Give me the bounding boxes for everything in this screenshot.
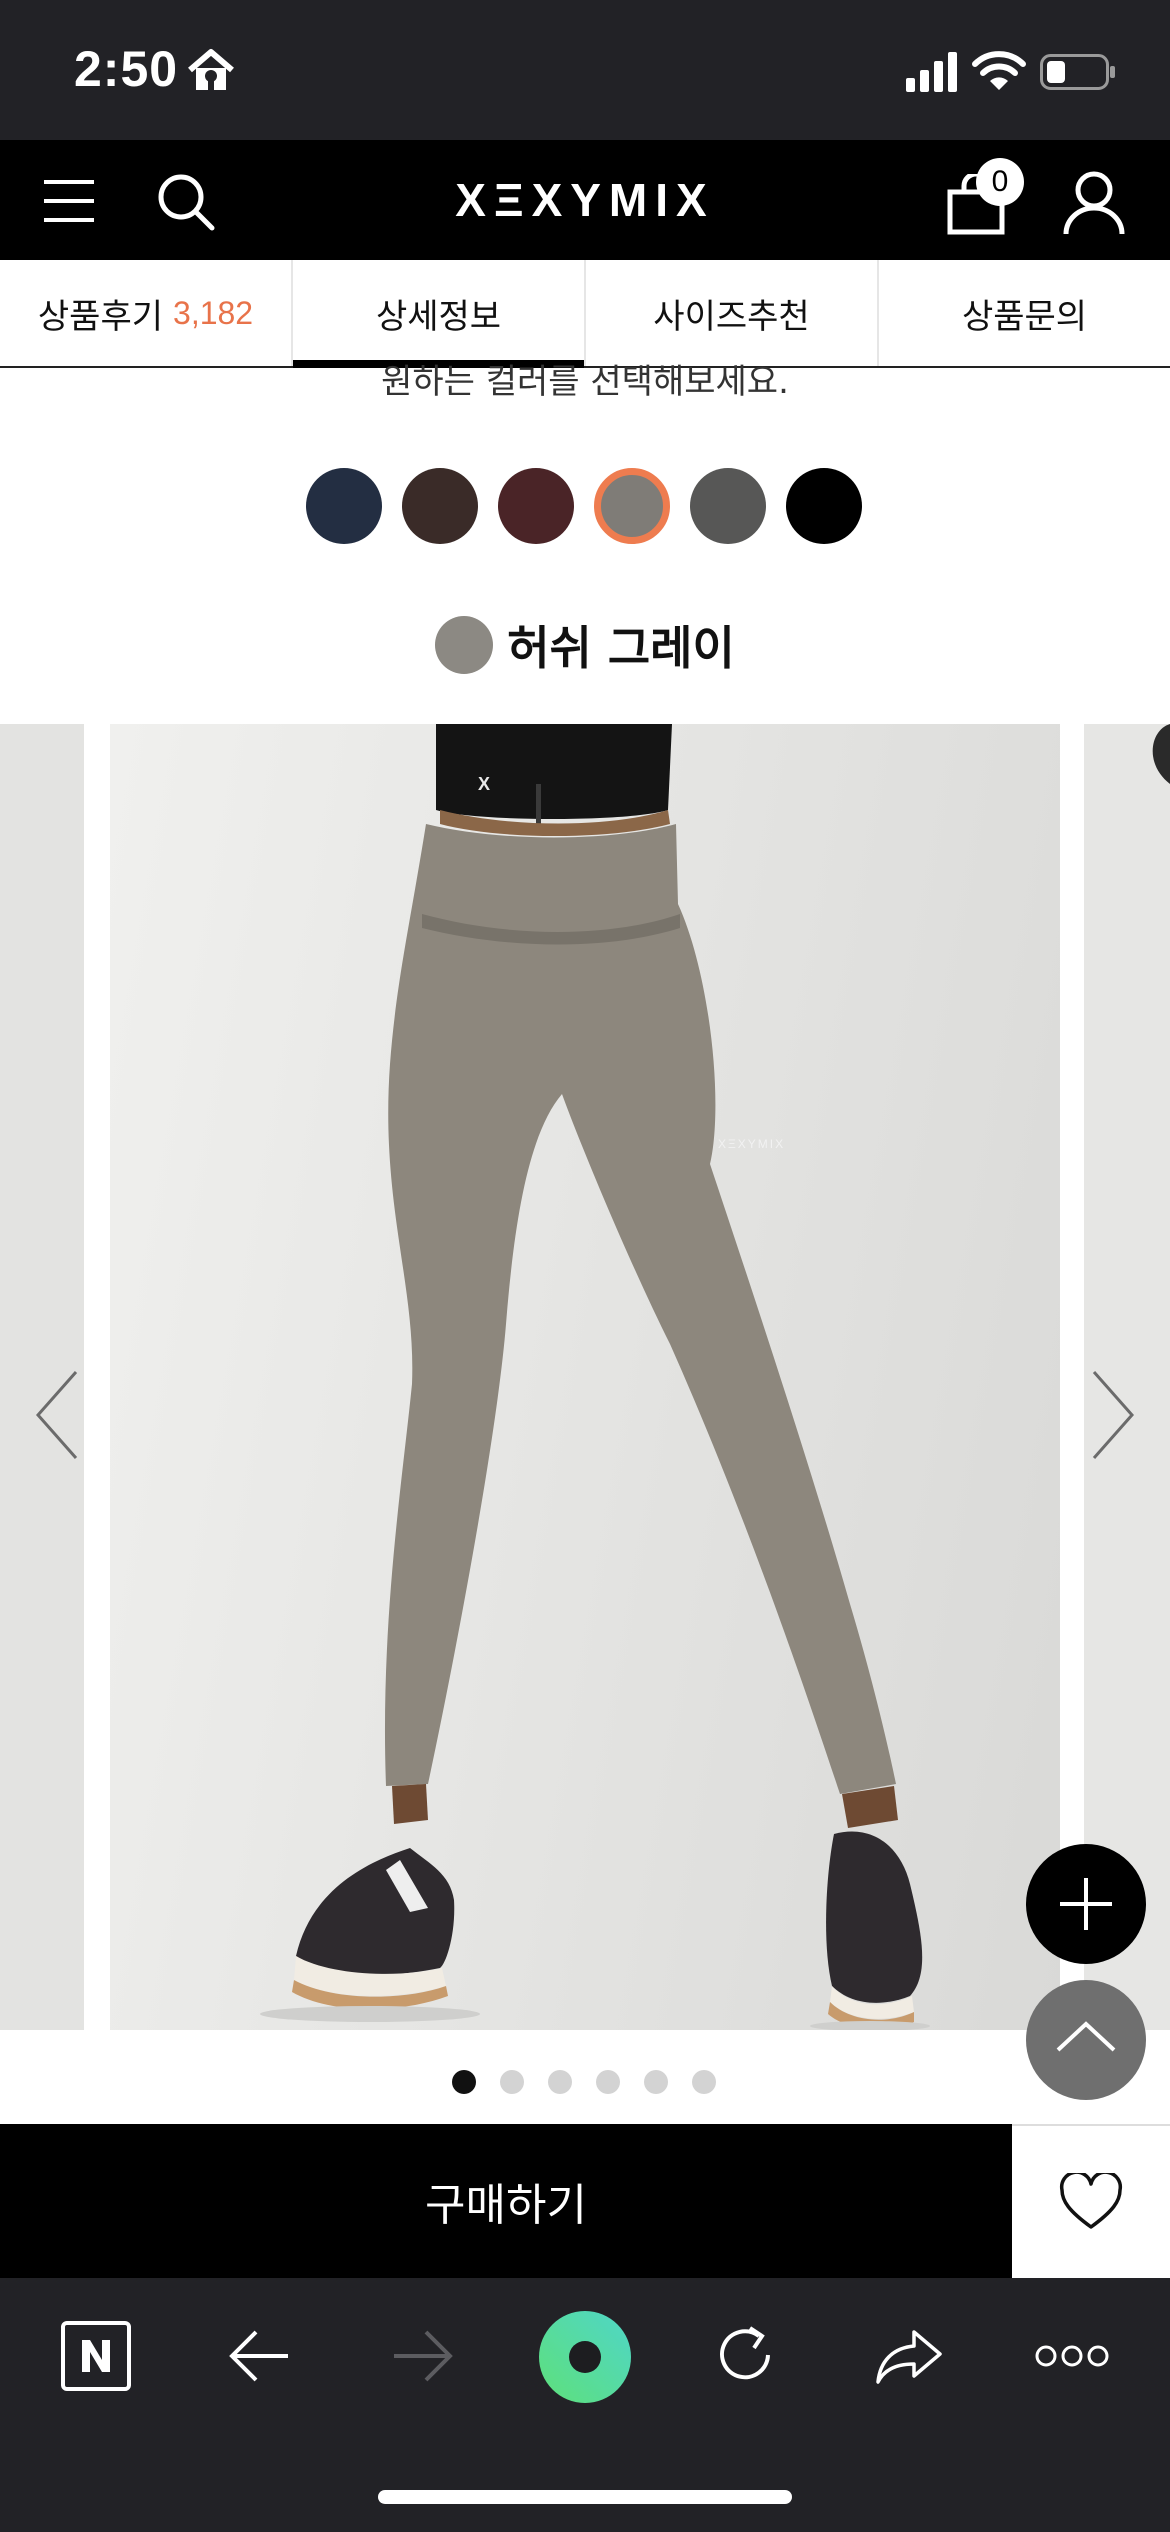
slide-indicator-1[interactable] <box>452 2070 476 2094</box>
slide-indicator-2[interactable] <box>500 2070 524 2094</box>
tab-qna[interactable]: 상품문의 <box>879 260 1170 366</box>
color-swatch-navy[interactable] <box>306 468 382 544</box>
forward-arrow-icon[interactable] <box>390 2326 456 2386</box>
slide-indicator-6[interactable] <box>692 2070 716 2094</box>
user-icon[interactable] <box>1062 170 1126 236</box>
selected-color-name: 허쉬 그레이 <box>507 621 735 675</box>
scroll-to-top-button[interactable] <box>1026 1980 1146 2100</box>
cart-count-badge: 0 <box>976 158 1024 206</box>
crop-top-shape <box>436 724 672 819</box>
more-options-icon[interactable] <box>1034 2342 1110 2370</box>
search-icon[interactable] <box>156 172 216 232</box>
status-time: 2:50 <box>74 41 179 97</box>
tab-size-label: 사이즈추천 <box>653 296 810 337</box>
buy-button[interactable]: 구매하기 <box>0 2124 1012 2278</box>
chevron-left-icon[interactable] <box>34 1370 80 1460</box>
product-gallery: X XΞXYMIX <box>0 724 1170 2030</box>
color-swatch-burgundy[interactable] <box>498 468 574 544</box>
product-tabs: 상품후기 3,182 상세정보 사이즈추천 상품문의 <box>0 260 1170 368</box>
share-icon[interactable] <box>874 2326 944 2386</box>
slide-indicator-4[interactable] <box>596 2070 620 2094</box>
color-swatch-gray[interactable] <box>594 468 670 544</box>
naver-green-dot-icon[interactable] <box>538 2310 632 2404</box>
tab-details[interactable]: 상세정보 <box>293 260 586 368</box>
legging-logo-print: XΞXYMIX <box>718 1137 785 1151</box>
color-swatch-charcoal[interactable] <box>690 468 766 544</box>
home-icon <box>188 49 234 90</box>
tab-qna-label: 상품문의 <box>961 296 1088 337</box>
plus-icon <box>1060 1878 1112 1930</box>
cellular-signal-icon <box>906 52 957 92</box>
chevron-right-icon[interactable] <box>1090 1370 1136 1460</box>
back-arrow-icon[interactable] <box>226 2326 292 2386</box>
menu-icon[interactable] <box>44 178 96 224</box>
tab-reviews[interactable]: 상품후기 3,182 <box>0 260 293 366</box>
partial-figure <box>1152 724 1170 784</box>
battery-icon <box>1040 54 1115 90</box>
selected-color-dot <box>435 616 494 674</box>
tab-size-recommend[interactable]: 사이즈추천 <box>586 260 879 366</box>
tab-details-label: 상세정보 <box>375 296 502 337</box>
color-swatch-brown[interactable] <box>402 468 478 544</box>
chevron-up-icon <box>1056 2021 1116 2052</box>
slide-indicator-3[interactable] <box>548 2070 572 2094</box>
status-bar: 2:50 <box>0 0 1170 140</box>
add-floating-button[interactable] <box>1026 1844 1146 1964</box>
wishlist-button[interactable] <box>1012 2124 1170 2278</box>
reload-icon[interactable] <box>712 2322 778 2388</box>
crop-top-logo: X <box>478 774 490 794</box>
slide-indicator-5[interactable] <box>644 2070 668 2094</box>
color-swatch-black[interactable] <box>786 468 862 544</box>
tab-reviews-label: 상품후기 <box>37 296 164 337</box>
selected-color: 허쉬 그레이 <box>0 610 1170 680</box>
naver-home-icon[interactable] <box>60 2320 132 2392</box>
leggings-model-figure: X XΞXYMIX <box>260 724 930 2030</box>
site-header: XΞXYMIX 0 <box>0 140 1170 260</box>
review-count: 3,182 <box>173 294 254 331</box>
product-photo[interactable]: X XΞXYMIX <box>110 724 1060 2030</box>
home-indicator <box>378 2490 792 2504</box>
color-select-prompt: 원하는 컬러를 선택해보세요. <box>381 362 789 402</box>
heart-icon <box>1059 2173 1123 2229</box>
wifi-icon <box>972 51 1026 90</box>
